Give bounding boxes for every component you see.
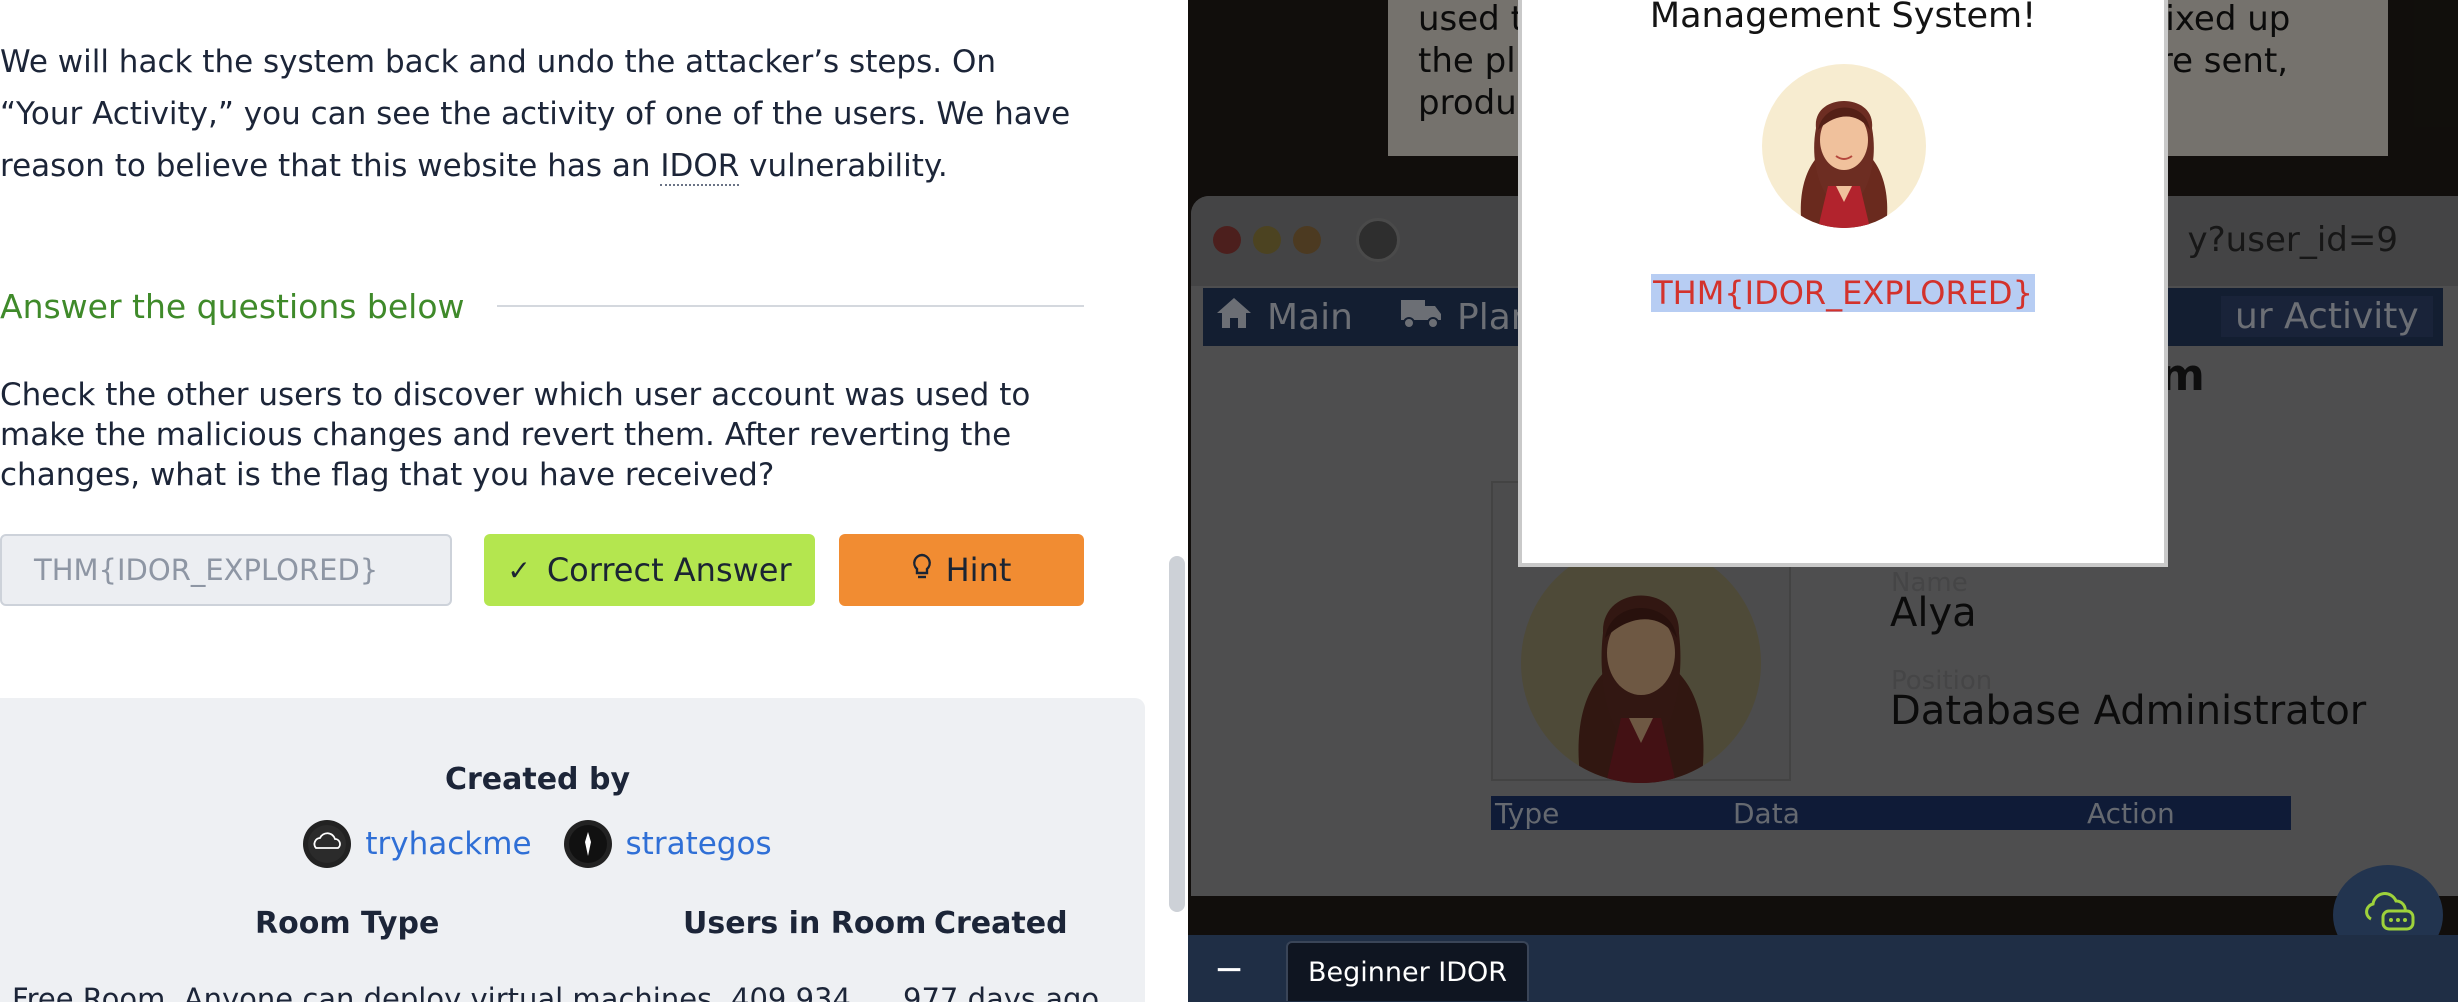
minimize-button[interactable]: −	[1204, 949, 1254, 990]
idor-abbreviation[interactable]: IDOR	[660, 148, 740, 186]
created-by-label: Created by	[444, 762, 631, 797]
created-value: 977 days ago	[903, 982, 1100, 1002]
room-tab[interactable]: Beginner IDOR	[1286, 941, 1530, 1001]
creator-strategos[interactable]: strategos	[563, 820, 772, 868]
room-type-header: Room Type	[255, 906, 440, 941]
vm-bottom-bar: − Beginner IDOR	[1188, 935, 2458, 1002]
cloud-chat-icon	[2359, 889, 2417, 935]
creators-list: tryhackme strategos	[0, 820, 1075, 868]
creator-name[interactable]: tryhackme	[365, 826, 531, 862]
room-info-panel: Created by tryhackme strategos Room Type…	[0, 698, 1145, 1002]
flag-text[interactable]: THM{IDOR_EXPLORED}	[1651, 274, 2035, 312]
users-header: Users in Room	[683, 906, 927, 941]
flag-modal: Management System! THM{IDOR_EXPLORED}	[1518, 0, 2168, 567]
lightbulb-icon	[912, 553, 932, 588]
avatar	[303, 820, 352, 868]
answer-input[interactable]: THM{IDOR_EXPLORED}	[0, 534, 452, 606]
task-panel: We will hack the system back and undo th…	[0, 0, 1185, 1002]
intro-text-end: vulnerability.	[739, 148, 948, 184]
room-type-value: Free Room. Anyone can deploy virtual mac…	[12, 982, 713, 1002]
hint-button[interactable]: Hint	[839, 534, 1084, 606]
creator-name[interactable]: strategos	[626, 826, 772, 862]
creator-tryhackme[interactable]: tryhackme	[303, 820, 532, 868]
question-text: Check the other users to discover which …	[0, 377, 1031, 493]
answer-section-header: Answer the questions below	[0, 280, 1084, 332]
scrollbar-thumb[interactable]	[1169, 556, 1185, 912]
check-icon: ✓	[507, 553, 531, 587]
avatar	[563, 820, 612, 868]
task-intro: We will hack the system back and undo th…	[0, 36, 1080, 192]
modal-title: Management System!	[1649, 0, 2037, 36]
created-header: Created	[934, 906, 1068, 941]
correct-answer-button[interactable]: ✓ Correct Answer	[484, 534, 815, 606]
correct-answer-label: Correct Answer	[546, 551, 792, 589]
heading-divider	[496, 305, 1084, 307]
answer-heading: Answer the questions below	[0, 286, 465, 326]
vm-screen[interactable]: used t the pl produ l mixed up are sent,…	[1188, 0, 2458, 935]
modal-avatar	[1762, 64, 1926, 228]
flag-text-container: THM{IDOR_EXPLORED}	[1522, 274, 2164, 312]
hint-label: Hint	[945, 551, 1012, 589]
users-value: 409,934	[731, 982, 851, 1002]
